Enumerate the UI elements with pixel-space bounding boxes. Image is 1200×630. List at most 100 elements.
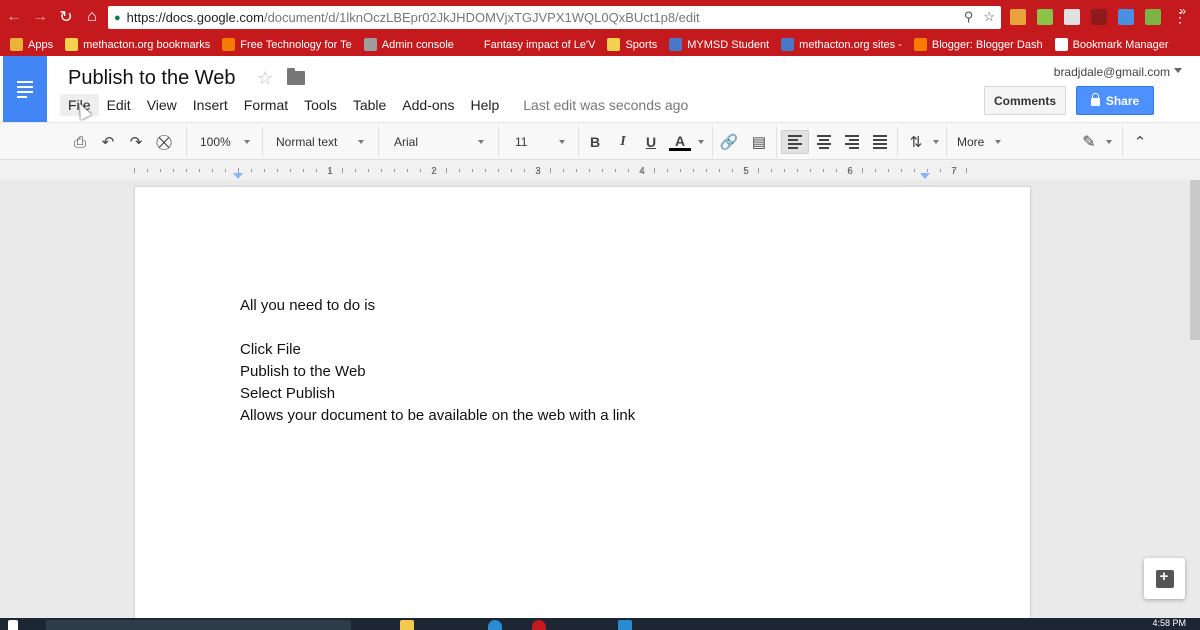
bookmark-item[interactable]: methacton.org bookmarks: [65, 38, 210, 51]
extension-icon[interactable]: [1037, 9, 1053, 25]
document-line[interactable]: Select Publish: [240, 383, 635, 405]
back-icon[interactable]: ←: [2, 5, 26, 29]
underline-icon[interactable]: U: [641, 130, 661, 154]
bookmark-label: Sports: [625, 38, 658, 51]
document-line[interactable]: Click File: [240, 339, 635, 361]
document-line[interactable]: Publish to the Web: [240, 361, 635, 383]
browser-icon[interactable]: [488, 620, 502, 630]
extension-icon[interactable]: [1010, 9, 1026, 25]
bookmark-item[interactable]: Sports: [607, 38, 657, 51]
document-line[interactable]: All you need to do is: [240, 295, 635, 317]
align-center-icon[interactable]: [813, 130, 835, 154]
app-icon[interactable]: [618, 620, 632, 630]
taskbar: 4:58 PM: [0, 618, 1200, 630]
ruler-tick: [355, 169, 356, 172]
collapse-menu-icon[interactable]: ⌃: [1129, 130, 1151, 154]
extension-icon[interactable]: [1091, 9, 1107, 25]
bookmark-item[interactable]: Free Technology for Te: [222, 38, 352, 51]
docs-logo-icon[interactable]: [3, 56, 47, 122]
menu-format[interactable]: Format: [236, 94, 296, 116]
file-explorer-icon[interactable]: [400, 620, 414, 630]
account-email[interactable]: bradjdale@gmail.com: [1054, 65, 1170, 79]
paint-format-icon[interactable]: ⛒: [154, 130, 174, 154]
address-bar[interactable]: ● https://docs.google.com/document/d/1lk…: [108, 6, 1001, 29]
bookmark-item[interactable]: Blogger: Blogger Dash: [913, 38, 1043, 51]
folder-icon[interactable]: [287, 68, 305, 85]
menu-edit[interactable]: Edit: [99, 94, 139, 116]
clock[interactable]: 4:58 PM: [1152, 618, 1186, 628]
explore-button[interactable]: [1144, 558, 1185, 599]
align-right-icon[interactable]: [841, 130, 863, 154]
right-indent-marker[interactable]: [920, 173, 930, 179]
menu-help[interactable]: Help: [462, 94, 507, 116]
line-spacing-icon[interactable]: ⇅: [905, 130, 927, 154]
bookmarks-more-icon[interactable]: »: [1179, 4, 1186, 18]
ruler-tick: [875, 169, 876, 172]
ruler-number: 7: [951, 166, 957, 177]
document-body[interactable]: All you need to do is Click File Publish t…: [240, 295, 635, 427]
text-color-icon[interactable]: A: [668, 130, 692, 154]
menu-view[interactable]: View: [139, 94, 185, 116]
zoom-select[interactable]: 100%: [200, 130, 250, 154]
extension-icon[interactable]: [1118, 9, 1134, 25]
style-select[interactable]: Normal text: [276, 130, 364, 154]
reload-icon[interactable]: ↻: [54, 5, 78, 29]
ruler[interactable]: 1 2 3 4 5 6 7: [0, 160, 1200, 180]
home-icon[interactable]: ⌂: [80, 5, 104, 29]
forward-icon[interactable]: →: [28, 5, 52, 29]
taskbar-search[interactable]: [46, 620, 351, 630]
chevron-down-icon[interactable]: [1174, 68, 1182, 73]
chevron-down-icon[interactable]: [929, 130, 939, 154]
explore-icon: [1155, 568, 1174, 588]
ruler-tick: [615, 169, 616, 172]
bold-icon[interactable]: B: [585, 130, 605, 154]
document-title[interactable]: Publish to the Web: [68, 67, 236, 90]
bookmark-item[interactable]: methacton.org sites -: [781, 38, 902, 51]
chevron-down-icon[interactable]: [694, 130, 704, 154]
chrome-icon[interactable]: [532, 620, 546, 630]
share-button[interactable]: Share: [1076, 86, 1154, 115]
bookmark-item[interactable]: Apps: [10, 38, 53, 51]
align-left-icon[interactable]: [781, 130, 809, 154]
menu-tools[interactable]: Tools: [296, 94, 345, 116]
windows-start-icon[interactable]: [8, 620, 18, 630]
ruler-tick: [199, 169, 200, 172]
font-select[interactable]: Arial: [394, 130, 484, 154]
print-icon[interactable]: ⎙: [70, 130, 90, 154]
menu-addons[interactable]: Add-ons: [394, 94, 462, 116]
bookmark-item[interactable]: Admin console: [363, 38, 454, 51]
font-size-select[interactable]: 11: [515, 130, 565, 154]
apps-grid-icon: [10, 38, 23, 51]
link-icon[interactable]: 🔗: [718, 130, 740, 154]
undo-icon[interactable]: ↶: [98, 130, 118, 154]
bookmark-star-icon[interactable]: ☆: [983, 9, 995, 25]
last-edit-status[interactable]: Last edit was seconds ago: [523, 97, 688, 113]
italic-icon[interactable]: I: [613, 130, 633, 154]
chevron-down-icon[interactable]: [1102, 130, 1112, 154]
bookmark-item[interactable]: Bookmark Manager: [1054, 38, 1169, 51]
bookmark-label: MYMSD Student: [687, 38, 770, 51]
url-text[interactable]: https://docs.google.com/document/d/1lknO…: [127, 10, 700, 25]
more-toolbar-button[interactable]: More: [957, 130, 1001, 154]
scrollbar[interactable]: [1190, 180, 1200, 340]
zoom-search-icon[interactable]: ⚲: [964, 9, 974, 25]
ruler-tick: [394, 169, 395, 172]
comments-button[interactable]: Comments: [984, 86, 1066, 115]
editing-mode-icon[interactable]: ✎: [1078, 130, 1100, 154]
comment-icon[interactable]: ▤: [748, 130, 770, 154]
redo-icon[interactable]: ↷: [126, 130, 146, 154]
extension-icon[interactable]: [1145, 9, 1161, 25]
bookmarks-bar: Apps methacton.org bookmarks Free Technolo…: [0, 33, 1200, 56]
document-line[interactable]: [240, 317, 635, 339]
bookmark-item[interactable]: Fantasy impact of Le'V: [465, 38, 595, 51]
star-icon[interactable]: ☆: [257, 68, 273, 89]
bookmark-item[interactable]: MYMSD Student: [669, 38, 769, 51]
align-justify-icon[interactable]: [869, 130, 891, 154]
menu-insert[interactable]: Insert: [185, 94, 236, 116]
document-line[interactable]: Allows your document to be available on …: [240, 405, 635, 427]
document-page[interactable]: All you need to do is Click File Publish t…: [134, 186, 1031, 626]
left-indent-marker[interactable]: [233, 173, 243, 179]
ruler-tick: [160, 169, 161, 172]
menu-table[interactable]: Table: [345, 94, 394, 116]
extension-icon[interactable]: [1064, 9, 1080, 25]
